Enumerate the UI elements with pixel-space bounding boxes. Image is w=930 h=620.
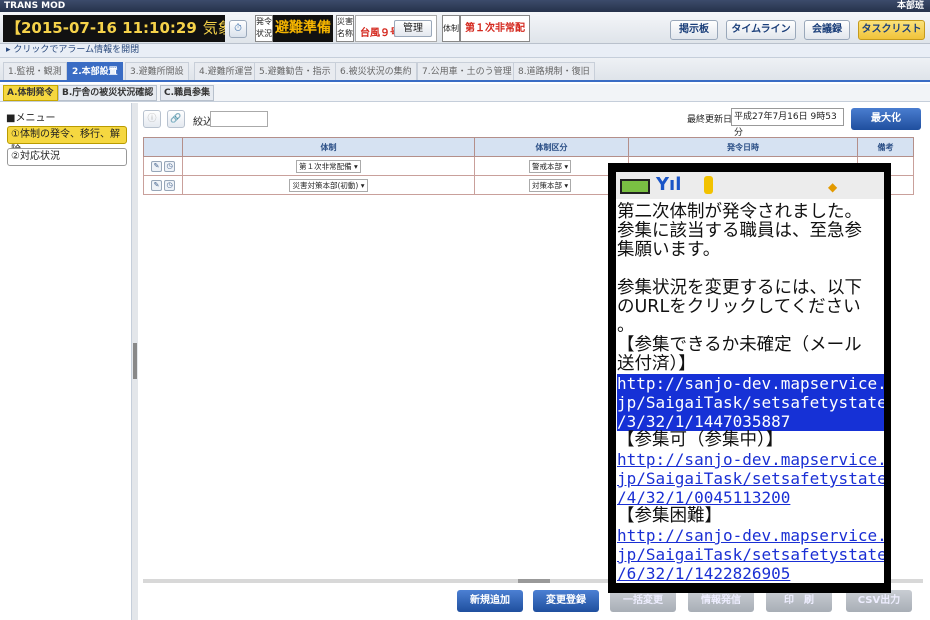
- col-notes-header: 備考: [857, 137, 914, 157]
- send-info-button[interactable]: 情報発信: [688, 590, 754, 612]
- tab-vehicles-sandbags[interactable]: 7.公用車・土のう管理: [417, 62, 517, 80]
- mail-line: 第二次体制が発令されました。: [617, 202, 862, 222]
- subtab-building-damage[interactable]: B.庁舎の被災状況確認: [58, 85, 158, 101]
- tab-hq-setup[interactable]: 2.本部設置: [67, 62, 123, 80]
- menu-item-response-status[interactable]: ②対応状況: [7, 148, 127, 166]
- add-new-button[interactable]: 新規追加: [457, 590, 523, 612]
- history-icon[interactable]: ◷: [164, 179, 175, 191]
- tab-monitoring[interactable]: 1.監視・観測: [3, 62, 67, 80]
- hatsurei-label: 発令状況: [255, 15, 273, 42]
- timeline-button[interactable]: タイムライン: [726, 20, 796, 40]
- last-updated-label: 最終更新日: [687, 115, 733, 125]
- taisei-select[interactable]: 第１次非常配備 ▾: [296, 159, 361, 173]
- sub-tabs: A.体制発令 B.庁舎の被災状況確認 C.職員参集: [0, 84, 930, 102]
- app-title-bar: TRANS MOD 本部班: [0, 0, 930, 12]
- mail-label-difficult: 【参集困難】: [617, 506, 722, 526]
- mail-line: 送付済）】: [617, 354, 696, 374]
- mail-line: 参集状況を変更するには、以下: [617, 278, 862, 298]
- splitter-grip[interactable]: [133, 343, 137, 379]
- mail-line: [617, 260, 884, 279]
- bulletin-board-button[interactable]: 掲示板: [670, 20, 718, 40]
- department-label: 本部班: [896, 1, 924, 11]
- phone-mail-popup: Yıl ◆ 第二次体制が発令されました。 参集に該当する職員は、至急参 集願います。…: [608, 163, 891, 593]
- phone-screen: Yıl ◆ 第二次体制が発令されました。 参集に該当する職員は、至急参 集願います。…: [616, 172, 884, 583]
- col-datetime-header: 発令日時: [628, 137, 858, 157]
- task-list-button[interactable]: タスクリスト: [858, 20, 925, 40]
- mail-body: 第二次体制が発令されました。 参集に該当する職員は、至急参 集願います。参集状況を変…: [617, 203, 884, 583]
- tab-damage-summary[interactable]: 6.被災状況の集約: [335, 62, 417, 80]
- col-actions-header: [143, 137, 183, 157]
- mail-link-available[interactable]: http://sanjo-dev.mapservice. jp/SaigaiTas…: [617, 450, 884, 507]
- csv-export-button[interactable]: CSV出力: [846, 590, 912, 612]
- scrollbar-thumb[interactable]: [518, 579, 550, 583]
- mail-line: 参集に該当する職員は、至急参: [617, 221, 862, 241]
- menu-item-taisei[interactable]: ①体制の発令、移行、解除: [7, 126, 127, 156]
- info-icon[interactable]: ⓘ: [143, 110, 161, 128]
- minutes-button[interactable]: 会議録: [804, 20, 850, 40]
- maximize-button[interactable]: 最大化: [851, 108, 921, 130]
- kanri-button[interactable]: 管理: [394, 20, 432, 37]
- clock-icon[interactable]: ⏱: [229, 20, 247, 38]
- clock-display: 【2015-07-16 11:10:29 気象庁発: [3, 15, 225, 42]
- tab-shelter-open[interactable]: 3.避難所開設: [125, 62, 189, 80]
- saigai-label: 災害名称: [336, 15, 354, 42]
- jma-label: 気象庁発: [202, 19, 225, 37]
- menu-title: ■メニュー: [6, 113, 56, 124]
- mail-line: 集願います。: [617, 240, 721, 260]
- bulk-change-button[interactable]: 一括変更: [610, 590, 676, 612]
- edit-icon[interactable]: ✎: [151, 179, 162, 191]
- mail-label-available: 【参集可（参集中）】: [617, 430, 784, 450]
- alarm-toggle-bar[interactable]: ▸ クリックでアラーム情報を開閉: [0, 44, 930, 58]
- alarm-toggle-label: クリックでアラーム情報を開閉: [13, 45, 140, 55]
- clock-time: 【2015-07-16 11:10:29: [6, 19, 197, 37]
- phone-status-bar: Yıl ◆: [616, 172, 884, 199]
- subtab-staff-assembly[interactable]: C.職員参集: [160, 85, 215, 101]
- main-tabs: 1.監視・観測 2.本部設置 3.避難所開設 4.避難所運営 5.避難勧告・指示…: [0, 58, 930, 82]
- evacuation-status: 避難準備: [273, 15, 333, 42]
- table-header-row: 体制 体制区分 発令日時 備考: [143, 137, 914, 157]
- taisei-select[interactable]: 災害対策本部(初動) ▾: [289, 178, 368, 192]
- taisei-value: 第１次非常配備: [460, 15, 530, 59]
- history-icon[interactable]: ◷: [164, 160, 175, 172]
- last-updated-value: 平成27年7月16日 9時53分: [731, 108, 844, 138]
- taisei-label: 体制: [442, 15, 460, 42]
- col-kubun-header: 体制区分: [474, 137, 629, 157]
- tab-evacuation-advisory[interactable]: 5.避難勧告・指示: [254, 62, 336, 80]
- mail-line: 。: [617, 316, 635, 336]
- save-changes-button[interactable]: 変更登録: [533, 590, 599, 612]
- app-title: TRANS MOD: [4, 1, 66, 11]
- filter-input[interactable]: [210, 111, 268, 127]
- edit-icon[interactable]: ✎: [151, 160, 162, 172]
- print-button[interactable]: 印 刷: [766, 590, 832, 612]
- sidebar: ■メニュー ①体制の発令、移行、解除 ②対応状況: [0, 103, 132, 620]
- link-icon[interactable]: 🔗: [167, 110, 185, 128]
- col-taisei-header: 体制: [182, 137, 475, 157]
- mail-line: のURLをクリックしてください: [617, 297, 861, 317]
- subtab-taisei[interactable]: A.体制発令: [3, 85, 58, 101]
- tab-shelter-ops[interactable]: 4.避難所運営: [194, 62, 258, 80]
- signal-icon: Yıl: [656, 174, 682, 195]
- indicator-icon: [704, 176, 713, 194]
- tab-road-control[interactable]: 8.道路規制・復旧: [513, 62, 595, 80]
- kubun-select[interactable]: 対策本部 ▾: [529, 178, 572, 192]
- mail-link-difficult[interactable]: http://sanjo-dev.mapservice. jp/SaigaiTas…: [617, 526, 884, 583]
- mail-line: 【参集できるか未確定（メール: [617, 335, 862, 355]
- header: 【2015-07-16 11:10:29 気象庁発 ⏱ 発令状況 避難準備 災害名…: [0, 12, 930, 59]
- kubun-select[interactable]: 警戒本部 ▾: [529, 159, 572, 173]
- battery-icon: [620, 179, 650, 194]
- mail-link-undetermined[interactable]: http://sanjo-dev.mapservice. jp/SaigaiTas…: [617, 374, 884, 431]
- notification-icon: ◆: [828, 180, 838, 194]
